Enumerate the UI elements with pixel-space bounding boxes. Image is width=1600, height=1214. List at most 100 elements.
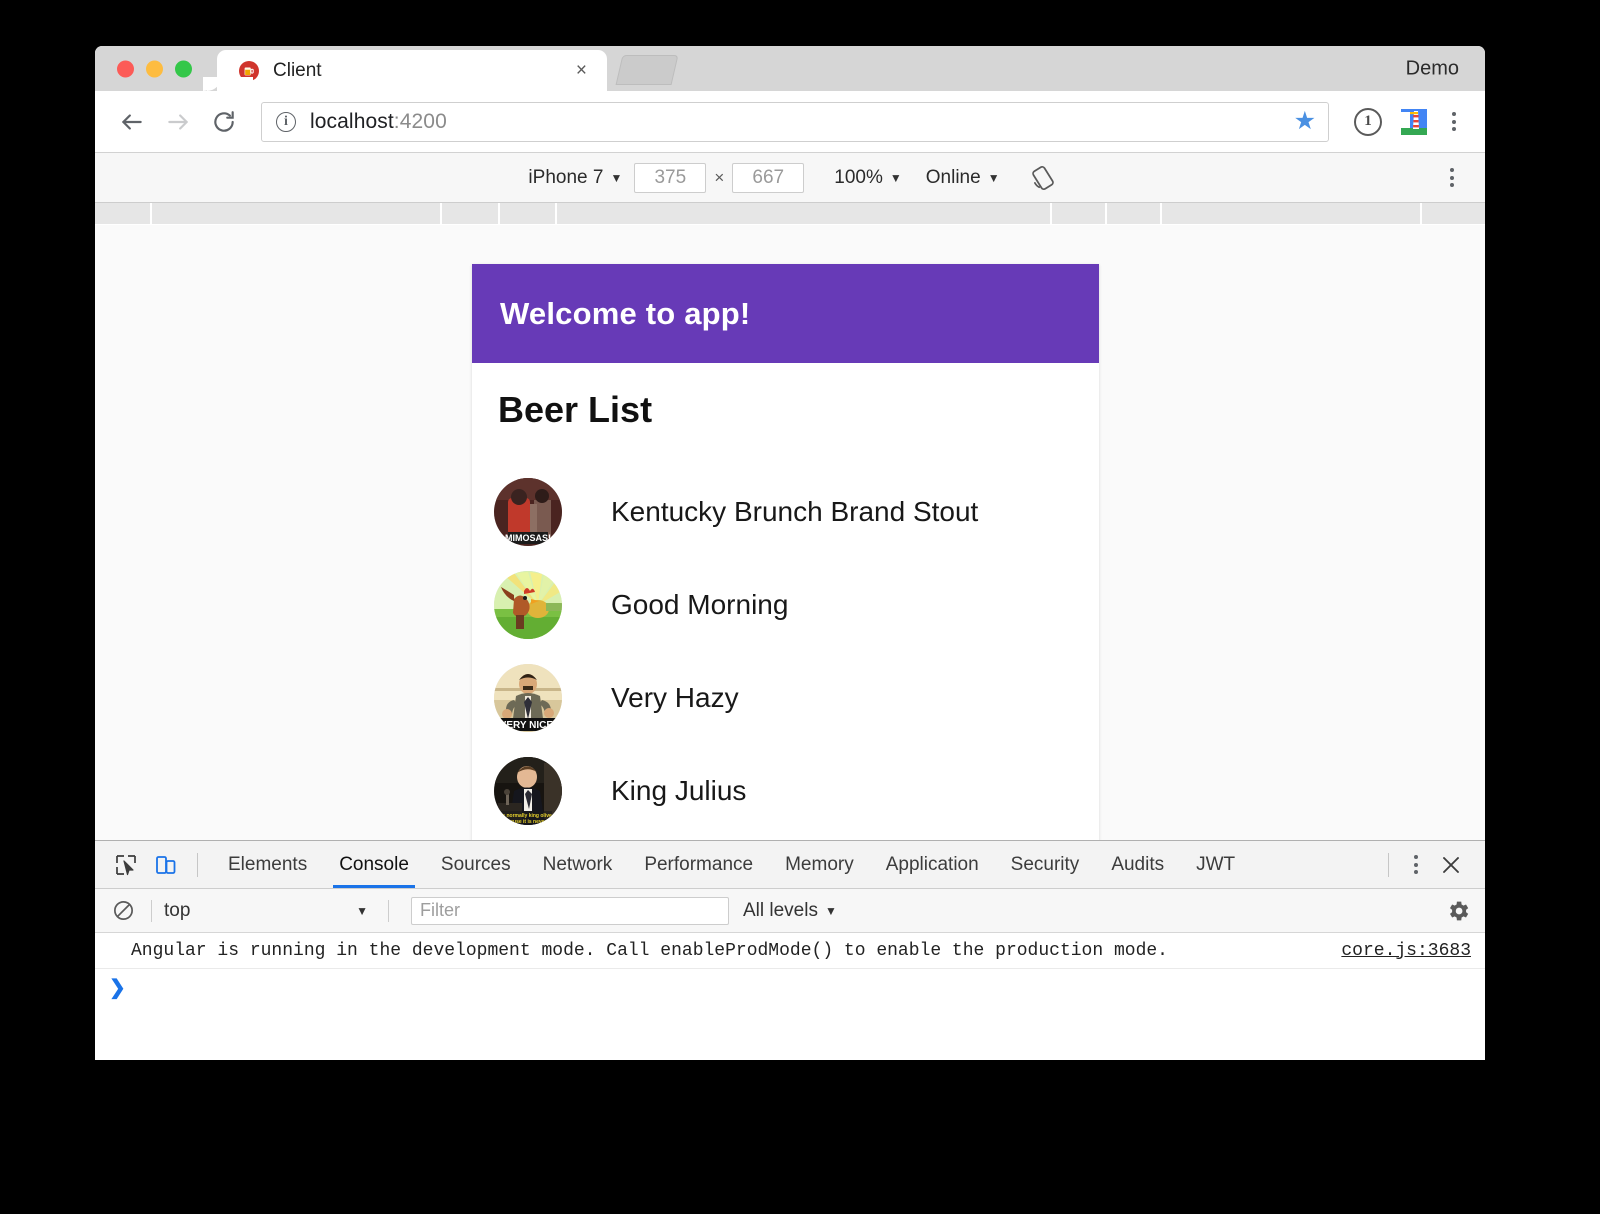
info-circle-icon[interactable]: i (276, 112, 296, 132)
svg-text:because it is never: because it is never (502, 819, 547, 825)
chevron-down-icon: ▼ (610, 172, 622, 184)
beer-mug-icon (239, 61, 259, 81)
console-context-select[interactable]: top ▼ (164, 900, 376, 922)
tab-audits[interactable]: Audits (1095, 841, 1180, 888)
tab-console[interactable]: Console (323, 841, 425, 888)
browser-window: Client × Demo i localhost:4200 ★ (95, 46, 1485, 1060)
1password-icon[interactable]: 1 (1351, 105, 1385, 139)
podium-speaker-avatar: The normally king olive because it is ne… (494, 757, 562, 825)
device-preset-value: iPhone 7 (528, 167, 603, 189)
rotate-device-icon[interactable] (1028, 163, 1058, 193)
tab-sources[interactable]: Sources (425, 841, 527, 888)
console-context-value: top (164, 900, 190, 922)
devtools-panel: Elements Console Sources Network Perform… (95, 840, 1485, 1060)
tab-performance[interactable]: Performance (628, 841, 769, 888)
devtools-tab-bar: Elements Console Sources Network Perform… (95, 841, 1485, 889)
svg-text:VERY NICE!: VERY NICE! (500, 720, 557, 731)
profile-label[interactable]: Demo (1406, 57, 1459, 80)
close-icon[interactable] (1431, 845, 1471, 885)
list-item[interactable]: The normally king olive because it is ne… (472, 744, 1099, 837)
tab-security[interactable]: Security (995, 841, 1096, 888)
app-body: Beer List (472, 363, 1099, 842)
tab-elements[interactable]: Elements (212, 841, 323, 888)
toolbar-divider (197, 853, 198, 877)
log-level-select[interactable]: All levels ▼ (743, 900, 837, 922)
console-message-source-link[interactable]: core.js:3683 (1341, 941, 1471, 961)
inspect-element-icon[interactable] (107, 846, 145, 884)
console-filter-bar: top ▼ All levels ▼ (95, 889, 1485, 933)
browser-menu-icon[interactable] (1439, 105, 1469, 139)
filter-divider (151, 900, 152, 922)
reload-icon[interactable] (201, 99, 247, 145)
star-icon[interactable]: ★ (1294, 109, 1316, 134)
devtools-menu-icon[interactable] (1401, 848, 1431, 882)
browser-tab-client[interactable]: Client × (217, 50, 607, 91)
device-toolbar-menu-icon[interactable] (1437, 161, 1467, 195)
device-emulation-toolbar: iPhone 7 ▼ × 100% ▼ Online ▼ (95, 153, 1485, 203)
maximize-window-button[interactable] (175, 60, 192, 77)
device-width-input[interactable] (634, 163, 706, 193)
minimize-window-button[interactable] (146, 60, 163, 77)
throttling-value: Online (926, 167, 981, 189)
app-header: Welcome to app! (472, 264, 1099, 363)
window-traffic-lights (117, 60, 192, 77)
svg-text:MIMOSAS!: MIMOSAS! (505, 533, 551, 543)
filter-input[interactable] (411, 897, 729, 925)
throttling-select[interactable]: Online ▼ (920, 165, 1006, 191)
console-message-text: Angular is running in the development mo… (131, 941, 1168, 961)
filter-divider (388, 900, 389, 922)
list-item[interactable]: Good Morning (472, 558, 1099, 651)
toggle-device-toolbar-icon[interactable] (147, 846, 185, 884)
back-arrow-icon[interactable] (109, 99, 155, 145)
forward-arrow-icon[interactable] (155, 99, 201, 145)
browser-tab-title: Client (273, 60, 570, 82)
new-tab-button[interactable] (616, 55, 679, 85)
very-nice-meme-avatar: VERY NICE! (494, 664, 562, 732)
address-bar-url: localhost:4200 (310, 110, 447, 134)
page-title: Beer List (496, 389, 1099, 431)
rooster-sunrise-avatar (494, 571, 562, 639)
beer-name: King Julius (611, 775, 746, 807)
beer-name: Very Hazy (611, 682, 739, 714)
tab-jwt[interactable]: JWT (1180, 841, 1251, 888)
page-viewport: Welcome to app! Beer List (95, 225, 1485, 842)
console-output: Angular is running in the development mo… (95, 933, 1485, 1060)
close-tab-button[interactable]: × (570, 58, 593, 83)
tab-application[interactable]: Application (870, 841, 995, 888)
tab-strip: Client × Demo (95, 46, 1485, 91)
chevron-down-icon: ▼ (825, 905, 837, 917)
devtools-tabs: Elements Console Sources Network Perform… (212, 841, 1251, 888)
address-bar[interactable]: i localhost:4200 ★ (261, 102, 1329, 142)
app-card: Welcome to app! Beer List (472, 264, 1099, 842)
console-prompt-chevron-icon: ❯ (109, 975, 126, 1000)
gear-icon[interactable] (1441, 894, 1475, 928)
zoom-value: 100% (834, 167, 883, 189)
close-window-button[interactable] (117, 60, 134, 77)
chevron-down-icon: ▼ (890, 172, 902, 184)
device-ruler[interactable] (95, 203, 1485, 225)
toolbar-divider (1388, 853, 1389, 877)
chevron-down-icon: ▼ (356, 905, 368, 917)
beer-name: Kentucky Brunch Brand Stout (611, 496, 978, 528)
list-item[interactable]: MIMOSAS! Kentucky Brunch Brand Stout (472, 465, 1099, 558)
beer-name: Good Morning (611, 589, 788, 621)
device-height-input[interactable] (732, 163, 804, 193)
mimosas-meme-avatar: MIMOSAS! (494, 478, 562, 546)
tab-network[interactable]: Network (527, 841, 629, 888)
device-preset-select[interactable]: iPhone 7 ▼ (522, 165, 628, 191)
url-host: localhost (310, 110, 394, 133)
tab-memory[interactable]: Memory (769, 841, 870, 888)
log-level-value: All levels (743, 900, 818, 922)
browser-toolbar: i localhost:4200 ★ 1 (95, 91, 1485, 153)
console-prompt[interactable]: ❯ (95, 969, 1485, 1005)
beer-list: MIMOSAS! Kentucky Brunch Brand Stout (472, 465, 1099, 837)
list-item[interactable]: VERY NICE! Very Hazy (472, 651, 1099, 744)
app-title: Welcome to app! (500, 296, 750, 332)
dimension-separator: × (714, 168, 724, 188)
zoom-select[interactable]: 100% ▼ (828, 165, 908, 191)
devtools-tabbar-actions (1382, 845, 1485, 885)
chevron-down-icon: ▼ (988, 172, 1000, 184)
lighthouse-icon[interactable] (1397, 105, 1431, 139)
clear-console-icon[interactable] (107, 895, 139, 927)
url-port: :4200 (394, 110, 447, 133)
